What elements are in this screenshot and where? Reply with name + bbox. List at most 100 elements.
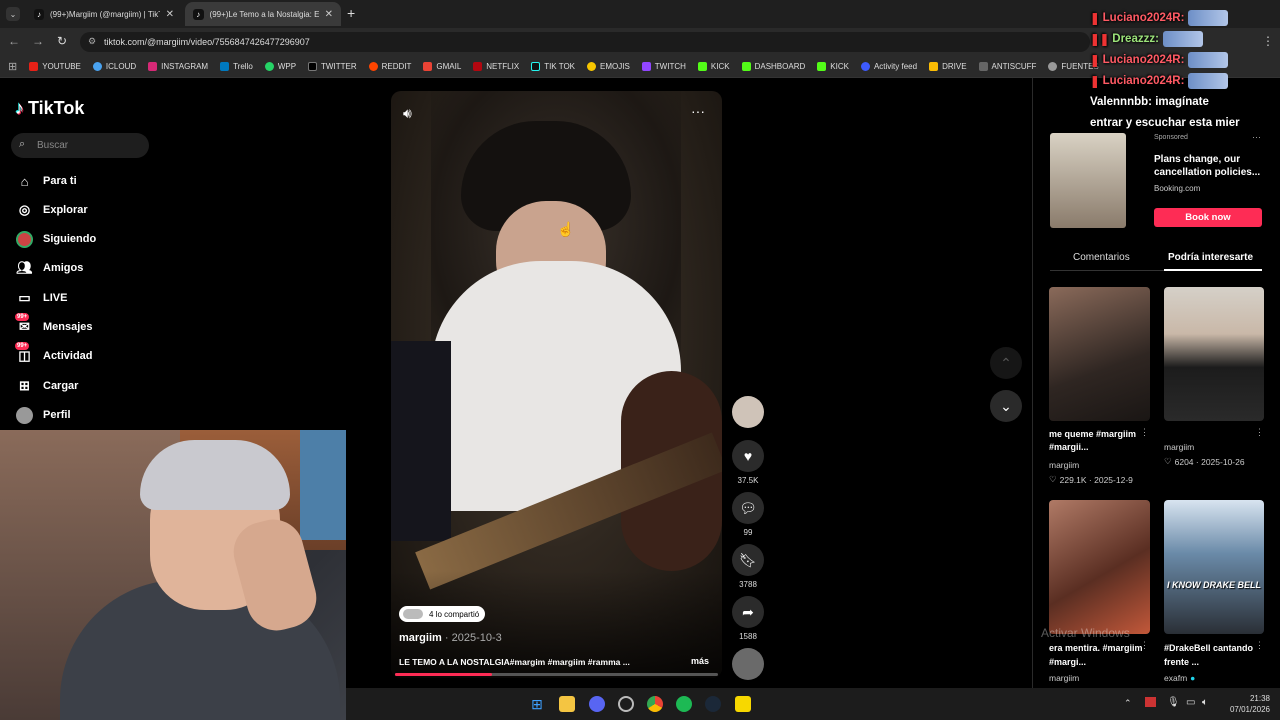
close-tab-icon[interactable]: ✕ — [319, 9, 333, 20]
bookmark-kick-2[interactable]: KICK — [817, 62, 849, 71]
reload-icon[interactable]: ↻ — [54, 34, 70, 48]
suggestion-more-icon[interactable]: ⋮ — [1140, 640, 1149, 651]
volume-icon[interactable]: 🔊︎ — [403, 105, 412, 122]
shared-pill[interactable]: 4 lo compartió — [399, 606, 486, 622]
more-options-icon[interactable]: ··· — [691, 103, 705, 119]
progress-bar[interactable] — [395, 673, 718, 676]
share-arrow-icon: ➦ — [732, 596, 764, 628]
tab-list-icon[interactable]: ⌄ — [6, 7, 20, 21]
next-video-button[interactable]: ⌄ — [990, 390, 1022, 422]
comment-button[interactable]: 💬︎ 99 — [732, 492, 764, 537]
tray-app-icon[interactable] — [1145, 697, 1156, 707]
bookmark-twitter[interactable]: TWITTER — [308, 62, 357, 71]
progress-fill — [395, 673, 492, 676]
comment-count: 99 — [743, 528, 753, 537]
nav-mensajes[interactable]: ✉ 99+ Mensajes — [15, 312, 93, 337]
chat-username: Luciano2024R: — [1102, 75, 1185, 87]
windows-start-icon[interactable]: ⊞ — [529, 696, 545, 712]
nav-amigos[interactable]: 👥︎ Amigos — [16, 258, 83, 278]
suggestion-more-icon[interactable]: ⋮ — [1255, 640, 1264, 651]
bookmark-netflix[interactable]: NETFLIX — [473, 62, 519, 71]
back-icon[interactable]: ← — [6, 34, 22, 48]
suggestion-author[interactable]: margiim — [1049, 673, 1079, 683]
speaker-icon[interactable]: 🔈︎ — [1202, 697, 1208, 708]
site-info-icon[interactable]: ⚙ — [88, 36, 96, 47]
ad-headline[interactable]: Plans change, our cancellation policies.… — [1154, 153, 1264, 179]
bookmark-activity-feed[interactable]: Activity feed — [860, 62, 917, 71]
suggestion-author[interactable]: exafm — [1164, 673, 1187, 683]
browser-tab-profile[interactable]: ♪ (99+)Margiim (@margiim) | TikTok ✕ — [26, 2, 182, 26]
bookmark-kick[interactable]: KICK — [697, 62, 730, 71]
suggestion-thumbnail[interactable]: I KNOW DRAKE BELL — [1164, 500, 1264, 634]
chrome-icon[interactable] — [647, 696, 663, 712]
tab-comentarios[interactable]: Comentarios — [1073, 252, 1130, 263]
browser-tab-video[interactable]: ♪ (99+)Le Temo a la Nostalgia: Ex ✕ — [185, 2, 341, 26]
previous-video-button[interactable]: ⌃ — [990, 347, 1022, 379]
search-input[interactable]: ⌕ Buscar — [11, 133, 149, 158]
video-player[interactable]: 🔊︎ ··· ☝ 4 lo compartió margiim · 2025-1… — [391, 91, 722, 678]
apps-grid-icon[interactable]: ⊞ — [8, 60, 17, 73]
chat-emote — [1188, 52, 1229, 68]
bookmark-drive[interactable]: DRIVE — [929, 62, 967, 71]
video-author[interactable]: margiim — [399, 632, 442, 644]
forward-icon[interactable]: → — [30, 34, 46, 48]
microphone-icon[interactable]: 🎙︎ — [1167, 697, 1180, 708]
bookmark-gmail[interactable]: GMAIL — [423, 62, 461, 71]
bookmark-emojis[interactable]: EMOJIS — [587, 62, 630, 71]
bookmark-icloud[interactable]: ICLOUD — [92, 62, 136, 71]
comment-bubble-icon: 💬︎ — [732, 492, 764, 524]
nav-explorar[interactable]: ◎ Explorar — [16, 200, 88, 220]
tray-chevron-icon[interactable]: ⌃ — [1124, 698, 1132, 709]
new-tab-button[interactable]: + — [347, 5, 355, 21]
ad-more-icon[interactable]: ··· — [1252, 132, 1261, 142]
close-tab-icon[interactable]: ✕ — [160, 9, 174, 20]
caption-more-button[interactable]: más — [691, 656, 709, 666]
bookmark-wpp[interactable]: WPP — [264, 62, 296, 71]
suggestion-author[interactable]: margiim — [1049, 460, 1079, 470]
nav-perfil[interactable]: Perfil — [16, 405, 71, 425]
save-button[interactable]: 🔖︎ 3788 — [732, 544, 764, 589]
bookmark-instagram[interactable]: INSTAGRAM — [148, 62, 208, 71]
ad-thumbnail[interactable] — [1050, 133, 1126, 228]
suggestion-title[interactable]: #DrakeBell cantando frente ... — [1164, 641, 1259, 669]
suggestion-title[interactable]: me queme #margiim #margii... — [1049, 428, 1144, 454]
url-input[interactable]: ⚙ tiktok.com/@margiim/video/755684742647… — [80, 32, 1090, 52]
browser-menu-icon[interactable]: ⋮ — [1262, 34, 1274, 48]
taskbar-clock[interactable]: 21:38 07/01/2026 — [1222, 693, 1270, 715]
bookmark-trello[interactable]: Trello — [220, 62, 253, 71]
author-avatar-button[interactable] — [732, 396, 764, 432]
obs-icon[interactable] — [618, 696, 634, 712]
suggestion-thumbnail[interactable] — [1049, 287, 1150, 421]
nav-actividad[interactable]: ◫ 99+ Actividad — [15, 341, 93, 366]
file-explorer-icon[interactable] — [559, 696, 575, 712]
share-button[interactable]: ➦ 1588 — [732, 596, 764, 641]
bookmark-twitch[interactable]: TWITCH — [641, 62, 686, 71]
bookmark-antiscuff[interactable]: ANTISCUFF — [978, 62, 1036, 71]
nav-cargar[interactable]: ⊞ Cargar — [16, 376, 78, 396]
webcam-background-poster — [300, 430, 346, 540]
nav-para-ti[interactable]: ⌂ Para ti — [16, 171, 77, 191]
discord-icon[interactable] — [589, 696, 605, 712]
bookmark-tiktok[interactable]: TIK TOK — [531, 62, 575, 71]
like-button[interactable]: ♥ 37.5K — [732, 440, 764, 485]
bookmark-youtube[interactable]: YOUTUBE — [29, 62, 81, 71]
tab-podria-interesarte[interactable]: Podría interesarte — [1168, 252, 1253, 263]
network-icon[interactable]: ▭ — [1186, 697, 1195, 708]
nav-live[interactable]: ▭ LIVE — [16, 288, 67, 308]
nav-siguiendo[interactable]: Siguiendo — [16, 229, 96, 249]
spotify-icon[interactable] — [676, 696, 692, 712]
suggestion-more-icon[interactable]: ⋮ — [1140, 427, 1149, 438]
tiktok-logo[interactable]: ♪ TikTok — [15, 98, 84, 119]
suggestion-stats: ♡ 229.1K · 2025-12-9 — [1049, 474, 1133, 485]
suggestion-thumbnail[interactable] — [1164, 287, 1264, 421]
bookmark-reddit[interactable]: REDDIT — [368, 62, 411, 71]
suggestion-title[interactable]: era mentira. #margiim #margi... — [1049, 641, 1144, 669]
sticky-notes-icon[interactable] — [735, 696, 751, 712]
steam-icon[interactable] — [705, 696, 721, 712]
music-disc-button[interactable] — [732, 648, 764, 684]
bookmark-dashboard[interactable]: DASHBOARD — [741, 62, 805, 71]
suggestion-thumbnail[interactable] — [1049, 500, 1150, 634]
ad-cta-button[interactable]: Book now — [1154, 208, 1262, 227]
suggestion-more-icon[interactable]: ⋮ — [1255, 427, 1264, 438]
suggestion-author[interactable]: margiim — [1164, 442, 1194, 452]
